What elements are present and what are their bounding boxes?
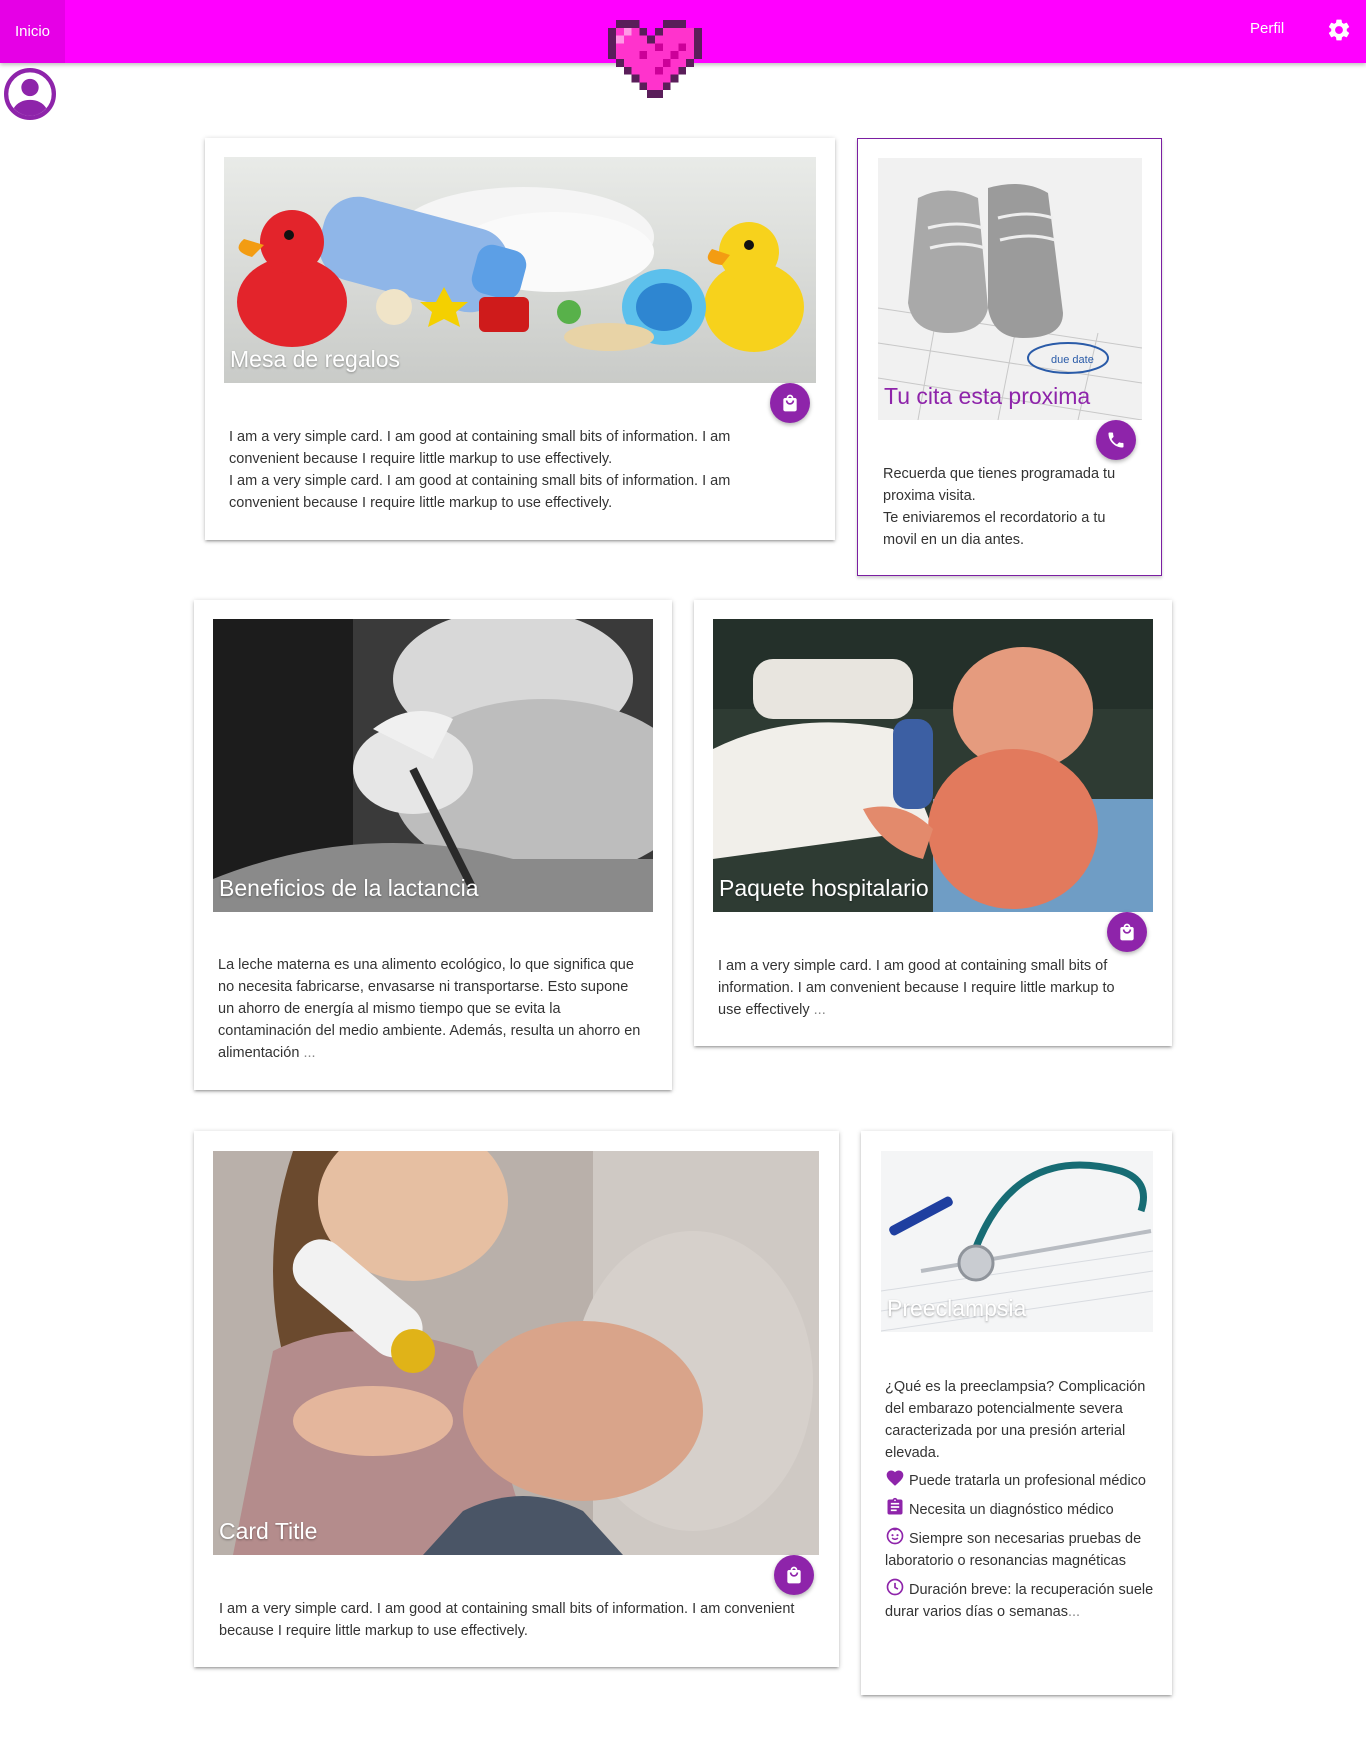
shopping-bag-button[interactable]	[1107, 912, 1147, 952]
shopping-bag-button[interactable]	[774, 1555, 814, 1595]
baby-shoes-calendar-image: due date	[878, 158, 1142, 420]
list-item: Siempre son necesarias pruebas de labora…	[885, 1526, 1155, 1572]
card-paragraph: I am a very simple card. I am good at co…	[229, 429, 731, 467]
nav-home-link[interactable]: Inicio	[0, 0, 65, 63]
pixel-heart-logo[interactable]	[607, 20, 703, 98]
due-date-label: due date	[1051, 354, 1094, 366]
baby-face-icon	[886, 1527, 904, 1545]
card-preeclampsia: Preeclampsia ¿Qué es la preeclampsia? Co…	[861, 1131, 1172, 1695]
card-paragraph: I am a very simple card. I am good at co…	[718, 958, 1115, 1018]
shopping-bag-button[interactable]	[770, 383, 810, 423]
card-content: I am a very simple card. I am good at co…	[718, 955, 1138, 1021]
card-image: Paquete hospitalario	[713, 619, 1153, 912]
card-title: Preeclampsia	[887, 1295, 1027, 1321]
card-mesa-de-regalos: Mesa de regalos I am a very simple card.…	[205, 138, 835, 540]
list-item-text: Duración breve: la recuperación suele du…	[885, 1582, 1154, 1620]
card-beneficios-lactancia: Beneficios de la lactancia La leche mate…	[194, 600, 672, 1090]
read-more-ellipsis[interactable]: ...	[1068, 1604, 1080, 1620]
card-image: due date Tu cita esta proxima	[878, 158, 1142, 420]
card-image: Mesa de regalos	[224, 157, 816, 383]
card-paragraph: Recuerda que tienes programada tu proxim…	[883, 466, 1116, 504]
card-image: Card Title	[213, 1151, 819, 1555]
list-item-text: Puede tratarla un profesional médico	[909, 1473, 1146, 1489]
bottle-feeding-image	[213, 1151, 819, 1555]
card-title: Paquete hospitalario	[719, 875, 929, 901]
list-item-text: Siempre son necesarias pruebas de labora…	[885, 1531, 1142, 1569]
card-tu-cita: due date Tu cita esta proxima Recuerda q…	[857, 138, 1162, 576]
card-content: I am a very simple card. I am good at co…	[219, 1598, 819, 1642]
card-paragraph: I am a very simple card. I am good at co…	[219, 1601, 795, 1639]
clipboard-icon	[887, 1497, 903, 1515]
read-more-ellipsis[interactable]: ...	[303, 1045, 315, 1061]
call-button[interactable]	[1096, 420, 1136, 460]
breastfeeding-image	[213, 619, 653, 912]
card-title: Mesa de regalos	[230, 346, 401, 372]
card-content: I am a very simple card. I am good at co…	[229, 426, 769, 514]
list-item: Necesita un diagnóstico médico	[885, 1497, 1155, 1521]
card-paragraph: I am a very simple card. I am good at co…	[229, 473, 731, 511]
card-paragraph: ¿Qué es la preeclampsia? Complicación de…	[885, 1379, 1146, 1461]
card-content: La leche materna es una alimento ecológi…	[218, 954, 648, 1064]
card-image: Beneficios de la lactancia	[213, 619, 653, 912]
card-paragraph: Te eniviaremos el recordatorio a tu movi…	[883, 510, 1106, 548]
shopping-bag-icon	[787, 1566, 801, 1584]
card-content: ¿Qué es la preeclampsia? Complicación de…	[885, 1376, 1155, 1623]
card-title: Beneficios de la lactancia	[219, 875, 479, 901]
read-more-ellipsis[interactable]: ...	[814, 1002, 826, 1018]
list-item-text: Necesita un diagnóstico médico	[909, 1502, 1114, 1518]
list-item: Duración breve: la recuperación suele du…	[885, 1577, 1155, 1623]
phone-icon	[1108, 432, 1124, 448]
shopping-bag-icon	[783, 394, 797, 412]
account-circle-icon[interactable]	[4, 68, 56, 120]
clock-icon	[886, 1578, 904, 1596]
card-title: Card Title	[219, 1518, 318, 1544]
card-content: Recuerda que tienes programada tu proxim…	[883, 463, 1143, 551]
heart-icon	[886, 1470, 904, 1486]
gear-icon[interactable]	[1326, 17, 1352, 43]
newborn-image	[713, 619, 1153, 912]
card-paragraph: La leche materna es una alimento ecológi…	[218, 957, 641, 1061]
card-paquete-hospitalario: Paquete hospitalario I am a very simple …	[694, 600, 1172, 1046]
shopping-bag-icon	[1120, 923, 1134, 941]
list-item: Puede tratarla un profesional médico	[885, 1468, 1155, 1492]
card-image: Preeclampsia	[881, 1151, 1153, 1332]
card-title: Tu cita esta proxima	[884, 383, 1091, 409]
nav-profile-link[interactable]: Perfil	[1250, 20, 1284, 37]
card-card-title: Card Title I am a very simple card. I am…	[194, 1131, 839, 1667]
